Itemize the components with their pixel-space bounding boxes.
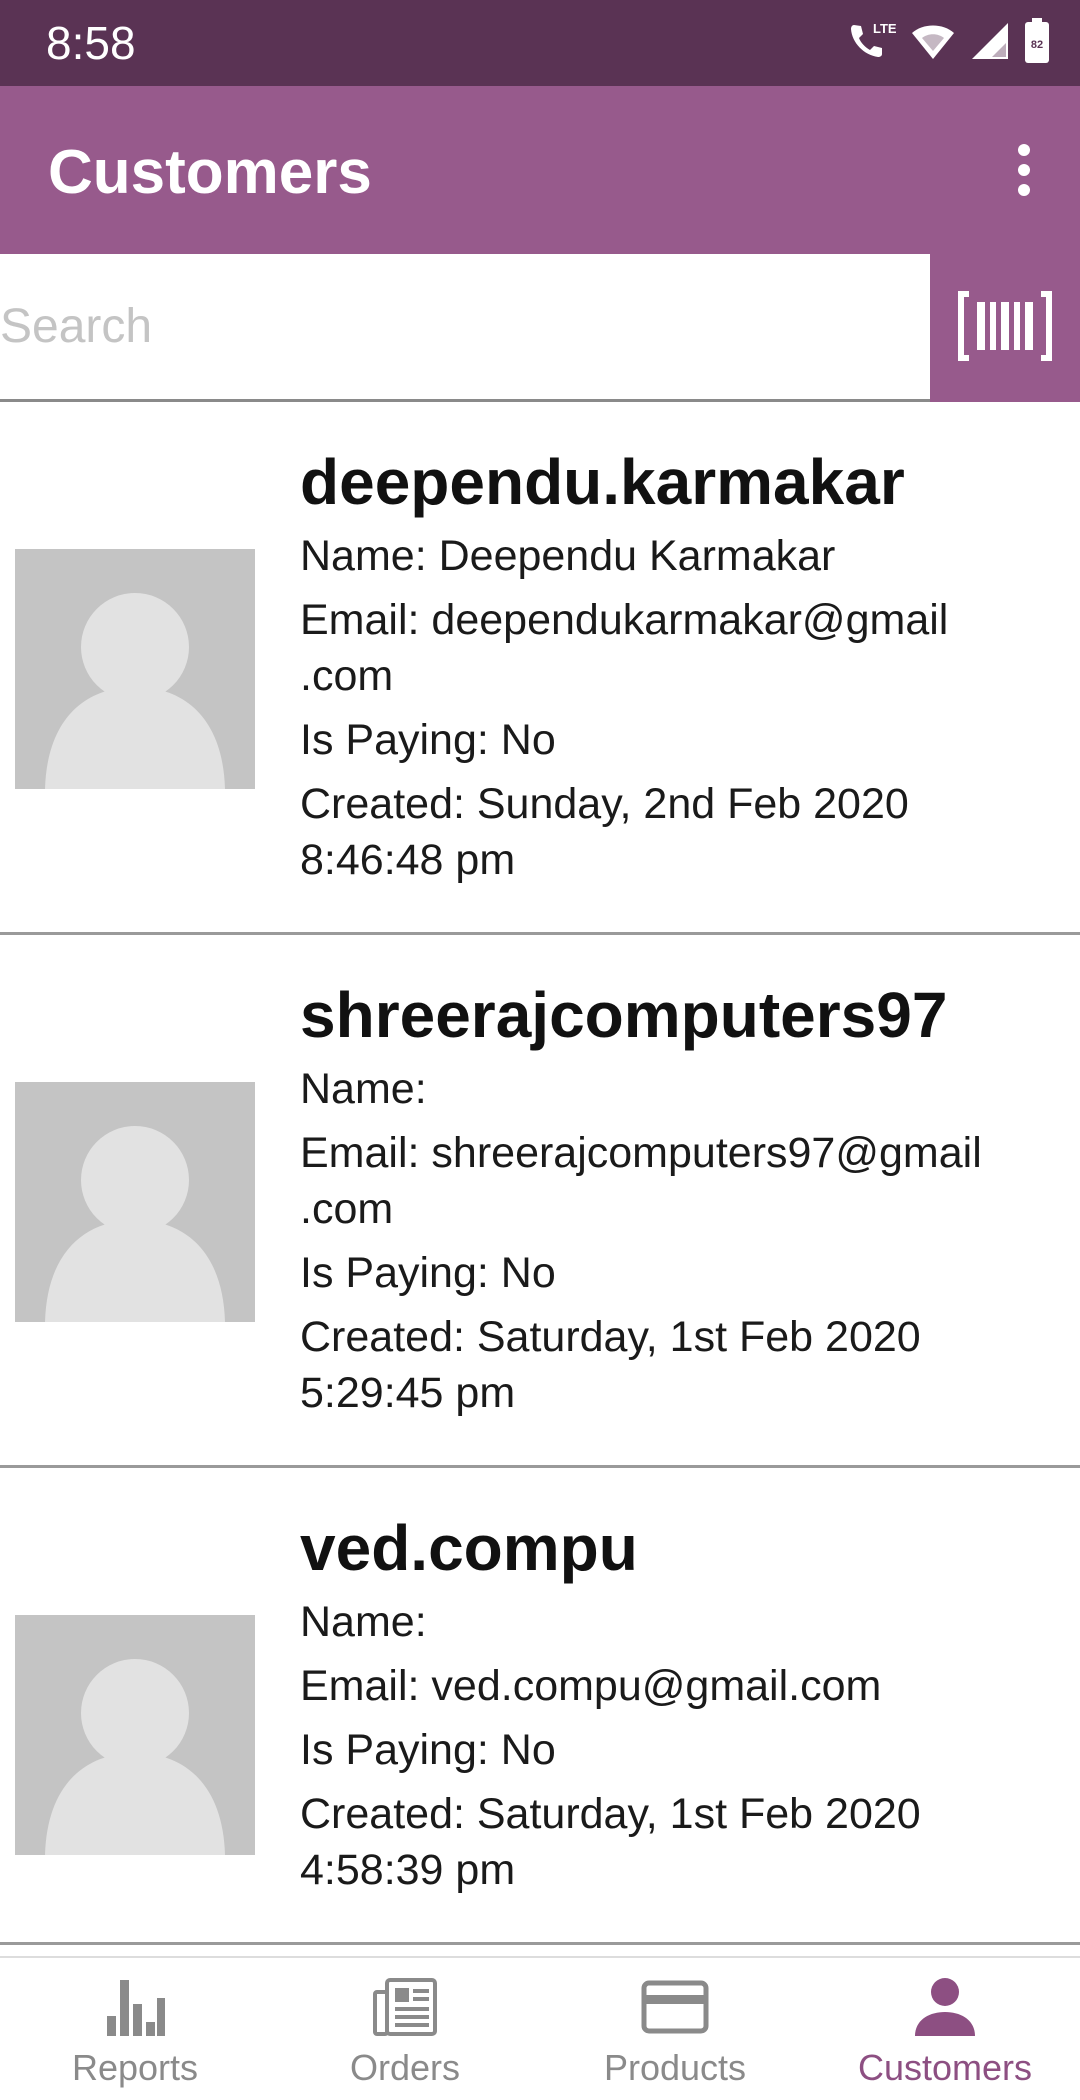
orders-icon xyxy=(370,1972,440,2042)
nav-label: Reports xyxy=(71,2047,199,2088)
customer-email: Email: deependukarmakar@gmail .com xyxy=(300,592,1080,704)
page-title: Customers xyxy=(48,138,372,207)
customer-created-date: Created: Saturday, 1st Feb 2020 xyxy=(300,1790,921,1838)
customer-username: ved.compu xyxy=(300,1512,638,1584)
customer-created-time: 8:46:48 pm xyxy=(300,836,516,884)
avatar xyxy=(15,1615,255,1855)
customer-created-date: Created: Sunday, 2nd Feb 2020 xyxy=(300,780,909,828)
nav-label: Orders xyxy=(349,2047,461,2088)
customer-paying: Is Paying: No xyxy=(300,1249,556,1297)
customer-created: Created: Saturday, 1st Feb 2020 4:58:39 … xyxy=(300,1786,1080,1898)
customer-card[interactable]: shreerajcomputers97 Name: Email: shreera… xyxy=(0,935,1080,1468)
svg-text:LTE: LTE xyxy=(873,21,896,36)
customer-name: Name: Deependu Karmakar xyxy=(300,532,836,580)
customer-email-line: .com xyxy=(300,1185,394,1233)
avatar xyxy=(15,1082,255,1322)
barcode-scan-button[interactable] xyxy=(930,254,1080,402)
customer-info: ved.compu Name: Email: ved.compu@gmail.c… xyxy=(300,1510,1080,1898)
nav-label: Products xyxy=(603,2047,747,2088)
customer-info: deependu.karmakar Name: Deependu Karmaka… xyxy=(300,444,1080,888)
bar-chart-icon xyxy=(100,1972,170,2042)
customer-email: Email: ved.compu@gmail.com xyxy=(300,1658,1080,1714)
more-vert-icon[interactable] xyxy=(988,134,1060,206)
customer-name: Name: xyxy=(300,1598,427,1646)
customer-info: shreerajcomputers97 Name: Email: shreera… xyxy=(300,977,1080,1421)
customer-email-line: .com xyxy=(300,652,394,700)
nav-label: Customers xyxy=(857,2047,1033,2088)
wifi-icon xyxy=(910,21,956,66)
customer-email: Email: shreerajcomputers97@gmail .com xyxy=(300,1125,1080,1237)
nav-item-orders[interactable]: Orders xyxy=(270,1958,540,2100)
status-bar: 8:58 LTE 82 xyxy=(0,0,1080,86)
customer-created-time: 5:29:45 pm xyxy=(300,1369,516,1417)
customer-created: Created: Sunday, 2nd Feb 2020 8:46:48 pm xyxy=(300,776,1080,888)
status-icons: LTE 82 xyxy=(848,17,1050,69)
customer-name: Name: xyxy=(300,1065,427,1113)
customer-email-line: Email: ved.compu@gmail.com xyxy=(300,1662,882,1710)
nav-item-reports[interactable]: Reports xyxy=(0,1958,270,2100)
customer-username: deependu.karmakar xyxy=(300,446,905,518)
svg-text:82: 82 xyxy=(1031,39,1043,51)
search-bar xyxy=(0,254,1080,402)
bottom-navigation: Reports Orders Products Customers xyxy=(0,1956,1080,2100)
customer-paying: Is Paying: No xyxy=(300,1726,556,1774)
status-time: 8:58 xyxy=(46,17,136,69)
customer-card[interactable]: deependu.karmakar Name: Deependu Karmaka… xyxy=(0,402,1080,935)
customer-created-date: Created: Saturday, 1st Feb 2020 xyxy=(300,1313,921,1361)
volte-call-icon: LTE xyxy=(848,19,897,68)
nav-item-customers[interactable]: Customers xyxy=(810,1958,1080,2100)
customer-username: shreerajcomputers97 xyxy=(300,979,948,1051)
avatar xyxy=(15,549,255,789)
customers-screen: 8:58 LTE 82 Customers Search deependu.ka… xyxy=(0,0,1080,2100)
customer-email-line: Email: deependukarmakar@gmail xyxy=(300,596,949,644)
customer-list: deependu.karmakar Name: Deependu Karmaka… xyxy=(0,402,1080,1945)
credit-card-icon xyxy=(640,1972,710,2042)
customer-paying: Is Paying: No xyxy=(300,716,556,764)
customer-created: Created: Saturday, 1st Feb 2020 5:29:45 … xyxy=(300,1309,1080,1421)
nav-item-products[interactable]: Products xyxy=(540,1958,810,2100)
customer-email-line: Email: shreerajcomputers97@gmail xyxy=(300,1129,982,1177)
person-icon xyxy=(910,1972,980,2042)
barcode-scan-icon xyxy=(957,288,1053,369)
customer-created-time: 4:58:39 pm xyxy=(300,1846,516,1894)
search-input[interactable] xyxy=(0,254,930,399)
cell-signal-icon xyxy=(970,21,1010,66)
battery-icon: 82 xyxy=(1024,17,1050,69)
customer-card[interactable]: ved.compu Name: Email: ved.compu@gmail.c… xyxy=(0,1468,1080,1945)
app-bar: Customers xyxy=(0,86,1080,254)
